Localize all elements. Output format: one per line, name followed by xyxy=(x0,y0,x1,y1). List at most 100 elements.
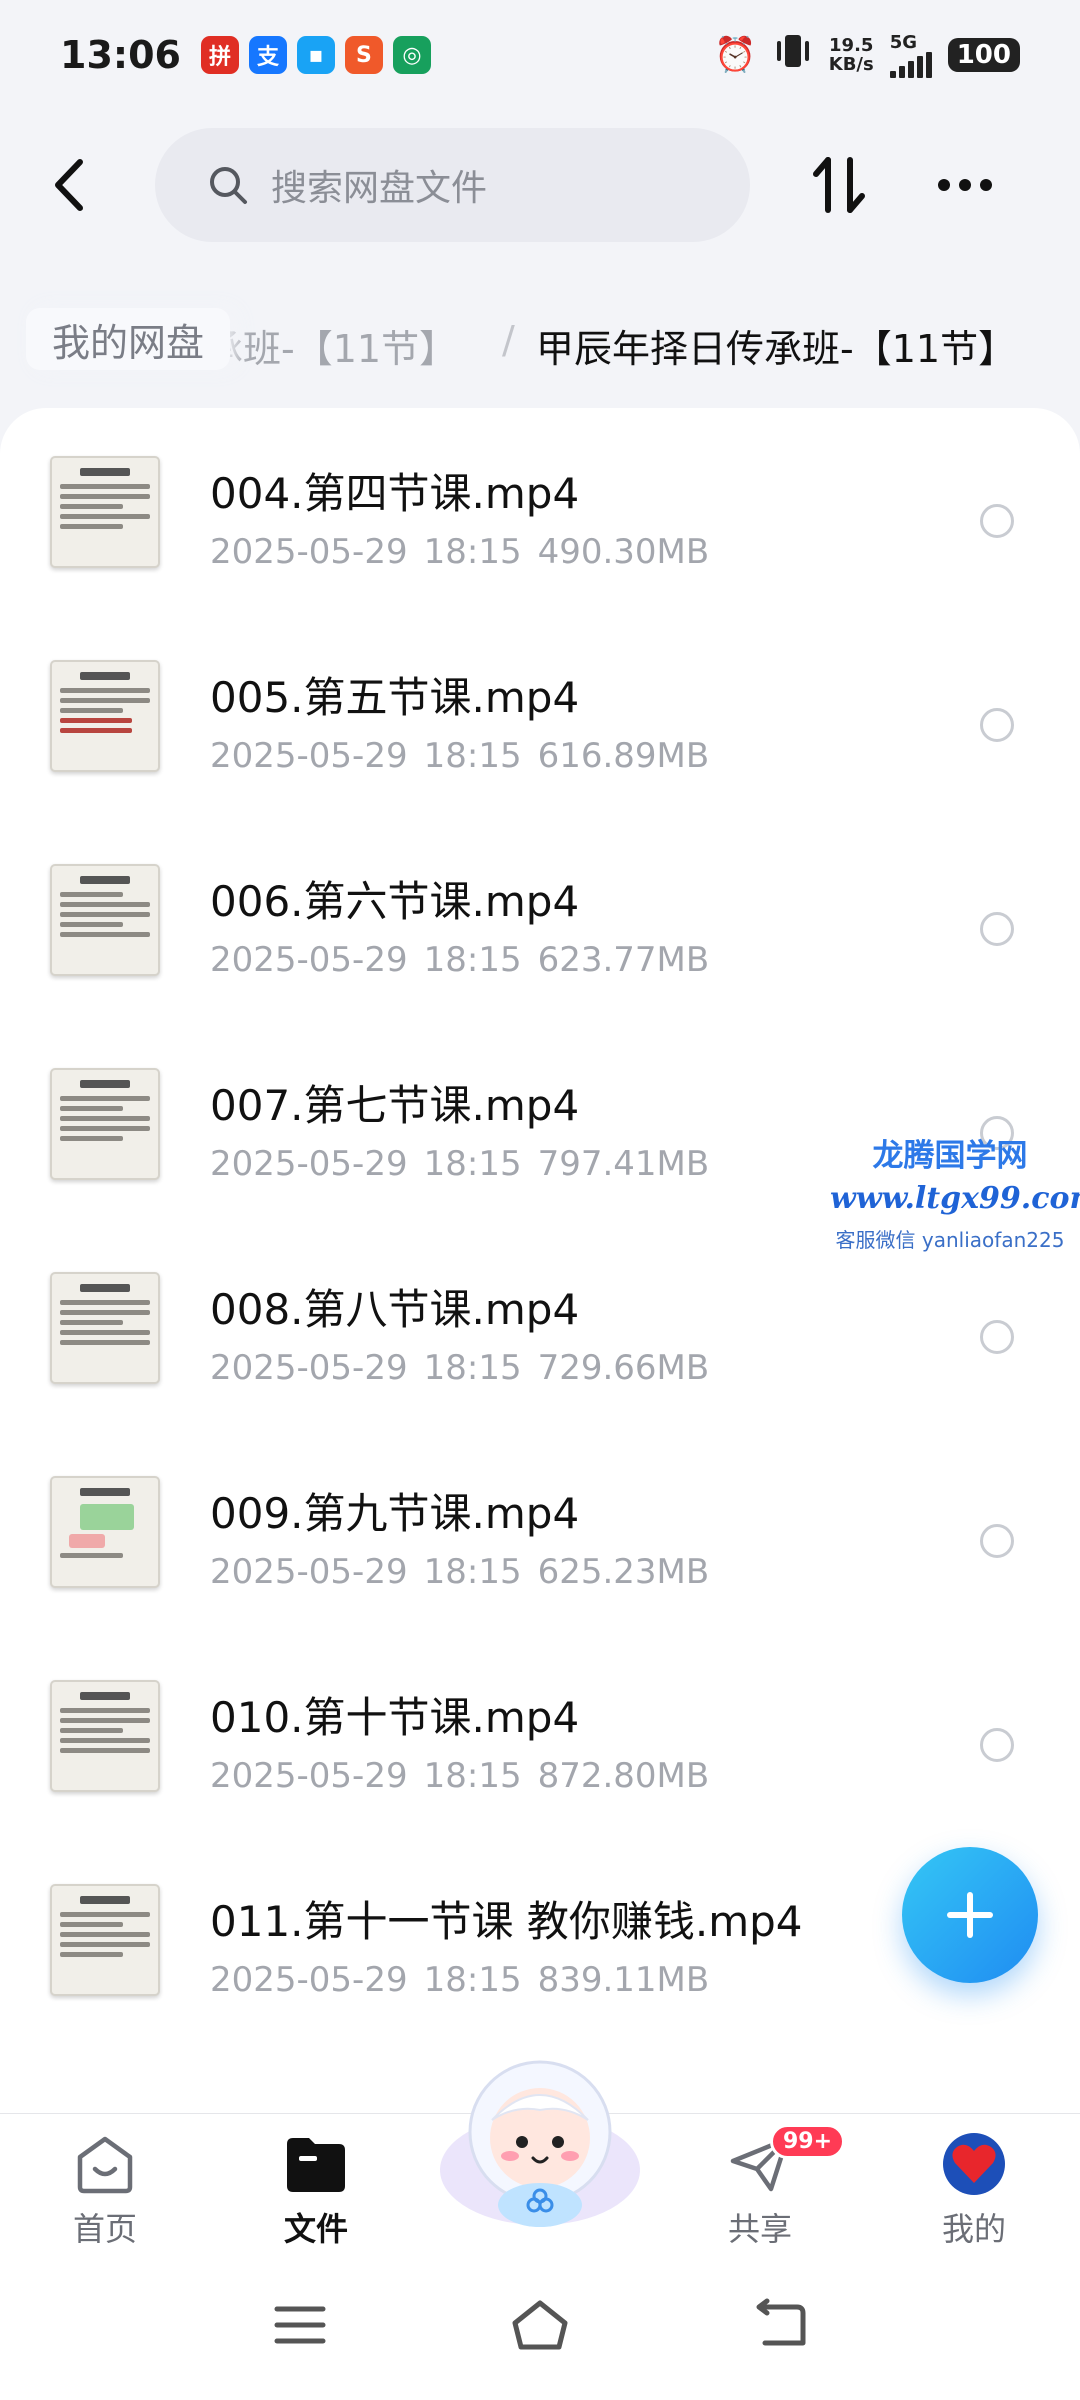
top-bar: 搜索网盘文件 xyxy=(0,128,1080,242)
bank-app-icon: ◎ xyxy=(392,36,431,74)
nav-files[interactable]: 文件 xyxy=(246,2132,386,2250)
file-date: 2025-05-29 xyxy=(210,1552,408,1592)
file-size: 839.11MB xyxy=(537,1960,710,2000)
home-icon xyxy=(70,2132,140,2196)
file-name: 011.第十一节课 教你赚钱.mp4 xyxy=(210,1897,803,1946)
status-bar: 13:06 拼支 ▪ S ◎ ⏰ 19.5 KB/s 5G 100 xyxy=(0,0,1080,110)
file-meta: 2025-05-29 18:15 616.89MB xyxy=(210,736,709,776)
select-checkbox[interactable] xyxy=(980,504,1014,538)
file-row[interactable]: 009.第九节课.mp4 2025-05-29 18:15 625.23MB xyxy=(0,1436,1080,1640)
file-name: 006.第六节课.mp4 xyxy=(210,877,580,926)
file-size: 625.23MB xyxy=(537,1552,710,1592)
file-meta: 2025-05-29 18:15 797.41MB xyxy=(210,1144,709,1184)
file-meta: 2025-05-29 18:15 625.23MB xyxy=(210,1552,709,1592)
file-name: 004.第四节课.mp4 xyxy=(210,469,580,518)
file-row[interactable]: 005.第五节课.mp4 2025-05-29 18:15 616.89MB xyxy=(0,620,1080,824)
home-outline-icon xyxy=(512,2300,568,2350)
nav-profile[interactable]: 我的 xyxy=(904,2132,1044,2250)
recent-apps-button[interactable] xyxy=(265,2295,335,2355)
file-time: 18:15 xyxy=(423,1756,522,1796)
sort-arrows-icon xyxy=(813,157,865,213)
back-arrow-icon xyxy=(55,159,83,211)
file-size: 797.41MB xyxy=(537,1144,710,1184)
sogou-input-icon: S xyxy=(344,36,383,74)
watermark-url: www.ltgx99.com xyxy=(830,1181,1080,1216)
more-options-button[interactable] xyxy=(930,152,1000,218)
more-dots-icon xyxy=(938,179,992,191)
file-name: 005.第五节课.mp4 xyxy=(210,673,580,722)
video-thumbnail xyxy=(50,864,160,976)
select-checkbox[interactable] xyxy=(980,1320,1014,1354)
file-meta: 2025-05-29 18:15 623.77MB xyxy=(210,940,709,980)
file-time: 18:15 xyxy=(423,1348,522,1388)
select-checkbox[interactable] xyxy=(980,1524,1014,1558)
nav-profile-label: 我的 xyxy=(941,2210,1006,2248)
add-button[interactable] xyxy=(902,1847,1038,1983)
file-time: 18:15 xyxy=(423,532,522,572)
breadcrumb: 我的网盘 承班-【11节】 / 甲辰年择日传承班-【11节】 xyxy=(0,290,1080,386)
search-placeholder: 搜索网盘文件 xyxy=(271,168,488,209)
nav-home-label: 首页 xyxy=(72,2210,137,2248)
file-row[interactable]: 004.第四节课.mp4 2025-05-29 18:15 490.30MB xyxy=(0,416,1080,620)
video-thumbnail xyxy=(50,660,160,772)
file-meta: 2025-05-29 18:15 839.11MB xyxy=(210,1960,709,2000)
menu-lines-icon xyxy=(274,2306,326,2344)
select-checkbox[interactable] xyxy=(980,912,1014,946)
notification-icons: 拼支 ▪ S ◎ xyxy=(200,36,431,74)
breadcrumb-separator: / xyxy=(502,318,515,362)
breadcrumb-parent[interactable]: 承班-【11节】 xyxy=(205,318,457,373)
file-size: 490.30MB xyxy=(537,532,710,572)
file-row[interactable]: 008.第八节课.mp4 2025-05-29 18:15 729.66MB xyxy=(0,1232,1080,1436)
file-date: 2025-05-29 xyxy=(210,940,408,980)
pinduoduo-app-icon: 拼 xyxy=(200,36,239,74)
file-name: 010.第十节课.mp4 xyxy=(210,1693,580,1742)
back-return-icon xyxy=(756,2298,806,2346)
file-size: 616.89MB xyxy=(537,736,710,776)
file-date: 2025-05-29 xyxy=(210,1144,408,1184)
nav-share-label: 共享 xyxy=(727,2210,792,2248)
alarm-icon: ⏰ xyxy=(714,35,757,75)
network-type: 5G xyxy=(889,31,918,53)
battery-indicator: 100 xyxy=(947,38,1020,72)
nav-share[interactable]: 99+ 共享 xyxy=(690,2124,846,2250)
file-time: 18:15 xyxy=(423,1552,522,1592)
file-time: 18:15 xyxy=(423,736,522,776)
watermark: 龙腾国学网 www.ltgx99.com 客服微信 yanliaofan225 xyxy=(830,1130,1080,1253)
select-checkbox[interactable] xyxy=(980,708,1014,742)
video-thumbnail xyxy=(50,1884,160,1996)
file-size: 623.77MB xyxy=(537,940,710,980)
file-list: 004.第四节课.mp4 2025-05-29 18:15 490.30MB 005.第… xyxy=(0,408,1080,2113)
file-row[interactable]: 010.第十节课.mp4 2025-05-29 18:15 872.80MB xyxy=(0,1640,1080,1844)
status-right: ⏰ 19.5 KB/s 5G 100 xyxy=(714,33,1020,78)
back-system-button[interactable] xyxy=(745,2295,815,2355)
nav-home[interactable]: 首页 xyxy=(35,2132,175,2250)
file-row[interactable]: 006.第六节课.mp4 2025-05-29 18:15 623.77MB xyxy=(0,824,1080,1028)
nav-files-label: 文件 xyxy=(283,2210,348,2248)
watermark-contact: 客服微信 yanliaofan225 xyxy=(835,1228,1065,1252)
avatar xyxy=(939,2132,1009,2196)
video-thumbnail xyxy=(50,1680,160,1792)
video-thumbnail xyxy=(50,1476,160,1588)
video-thumbnail xyxy=(50,1068,160,1180)
message-app-icon: ▪ xyxy=(296,36,335,74)
file-name: 007.第七节课.mp4 xyxy=(210,1081,580,1130)
breadcrumb-root[interactable]: 我的网盘 xyxy=(26,308,231,370)
ai-assistant-mascot[interactable] xyxy=(430,2050,650,2230)
file-meta: 2025-05-29 18:15 872.80MB xyxy=(210,1756,709,1796)
search-input[interactable]: 搜索网盘文件 xyxy=(155,128,750,242)
home-system-button[interactable] xyxy=(505,2295,575,2355)
file-date: 2025-05-29 xyxy=(210,1756,408,1796)
file-size: 729.66MB xyxy=(537,1348,710,1388)
search-icon xyxy=(210,167,247,204)
folder-icon xyxy=(281,2132,351,2196)
net-speed-value: 19.5 xyxy=(829,35,874,56)
back-button[interactable] xyxy=(40,152,106,218)
select-checkbox[interactable] xyxy=(980,1728,1014,1762)
file-time: 18:15 xyxy=(423,1144,522,1184)
file-name: 009.第九节课.mp4 xyxy=(210,1489,580,1538)
sort-button[interactable] xyxy=(806,152,872,218)
mascot-icon xyxy=(440,2060,640,2227)
net-speed-unit: KB/s xyxy=(828,54,874,75)
file-date: 2025-05-29 xyxy=(210,1348,408,1388)
status-time: 13:06 xyxy=(60,33,181,77)
